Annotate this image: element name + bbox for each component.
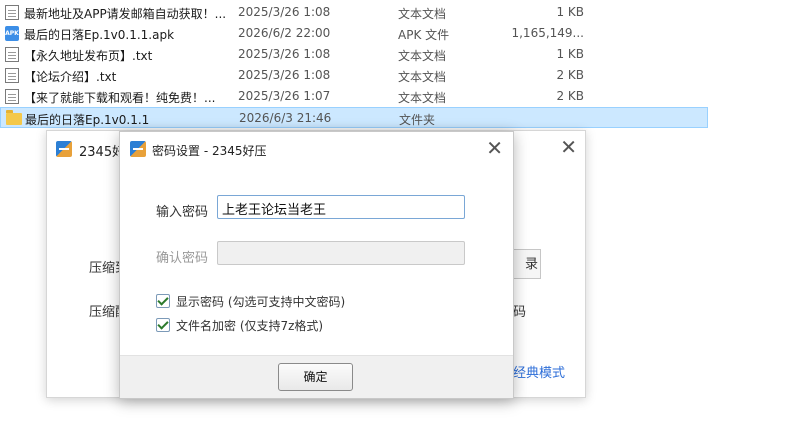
show-password-label: 显示密码 (勾选可支持中文密码)	[176, 295, 346, 309]
file-size: 2 KB	[556, 68, 584, 82]
file-name: 最新地址及APP请发邮箱自动获取！...	[24, 7, 227, 21]
text-file-icon	[5, 5, 19, 20]
file-date: 2025/3/26 1:08	[238, 5, 331, 19]
encrypt-filenames-checkbox[interactable]	[156, 318, 170, 332]
file-row-selected[interactable]: 最后的日落Ep.1v0.1.1 2026/6/3 21:46 文件夹	[0, 107, 708, 128]
file-type: APK 文件	[398, 28, 450, 42]
enter-password-input[interactable]: 上老王论坛当老王	[217, 195, 465, 219]
file-date: 2026/6/2 22:00	[238, 26, 331, 40]
password-dialog: 密码设置 - 2345好压 ✕ 输入密码 上老王论坛当老王 确认密码 显示密码 …	[119, 131, 514, 399]
app-logo-icon	[56, 141, 72, 157]
file-row[interactable]: 【论坛介绍】.txt 2025/3/26 1:08 文本文档 2 KB	[0, 65, 708, 86]
encrypt-filenames-label: 文件名加密 (仅支持7z格式)	[176, 319, 324, 333]
confirm-password-label: 确认密码	[156, 251, 209, 266]
file-size: 1,165,149...	[511, 26, 584, 40]
file-row[interactable]: APK 最后的日落Ep.1v0.1.1.apk 2026/6/2 22:00 A…	[0, 23, 708, 44]
confirm-password-input[interactable]	[217, 241, 465, 265]
file-row[interactable]: 【永久地址发布页】.txt 2025/3/26 1:08 文本文档 1 KB	[0, 44, 708, 65]
file-date: 2025/3/26 1:08	[238, 47, 331, 61]
text-file-icon	[5, 89, 19, 104]
enter-password-label: 输入密码	[156, 205, 209, 220]
show-password-checkbox[interactable]	[156, 294, 170, 308]
file-date: 2025/3/26 1:08	[238, 68, 331, 82]
apk-file-icon: APK	[5, 26, 19, 41]
file-type: 文本文档	[398, 91, 447, 105]
file-row[interactable]: 最新地址及APP请发邮箱自动获取！... 2025/3/26 1:08 文本文档…	[0, 2, 708, 23]
browse-button[interactable]: 录	[513, 249, 541, 279]
file-name: 最后的日落Ep.1v0.1.1.apk	[24, 28, 175, 42]
app-logo-icon	[130, 141, 146, 157]
file-name: 最后的日落Ep.1v0.1.1	[25, 113, 150, 127]
file-date: 2025/3/26 1:07	[238, 89, 331, 103]
password-link-fragment[interactable]: 码	[513, 301, 526, 320]
folder-icon	[6, 110, 22, 125]
file-size: 1 KB	[556, 5, 584, 19]
file-type: 文本文档	[398, 70, 447, 84]
file-date: 2026/6/3 21:46	[239, 111, 332, 125]
classic-mode-link[interactable]: 经典模式	[513, 362, 565, 381]
dialog-footer: 确定	[120, 355, 513, 398]
file-name: 【来了就能下载和观看！纯免费！...	[24, 91, 216, 105]
file-size: 1 KB	[556, 47, 584, 61]
password-dialog-title: 密码设置 - 2345好压	[152, 144, 267, 158]
text-file-icon	[5, 68, 19, 83]
close-icon[interactable]: ✕	[486, 136, 503, 160]
text-file-icon	[5, 47, 19, 62]
file-row[interactable]: 【来了就能下载和观看！纯免费！... 2025/3/26 1:07 文本文档 2…	[0, 86, 708, 107]
close-icon[interactable]: ✕	[560, 135, 577, 159]
file-name: 【论坛介绍】.txt	[24, 70, 117, 84]
file-type: 文本文档	[398, 49, 447, 63]
file-name: 【永久地址发布页】.txt	[24, 49, 153, 63]
file-type: 文件夹	[399, 113, 436, 127]
file-type: 文本文档	[398, 7, 447, 21]
file-size: 2 KB	[556, 89, 584, 103]
ok-button[interactable]: 确定	[278, 363, 353, 391]
